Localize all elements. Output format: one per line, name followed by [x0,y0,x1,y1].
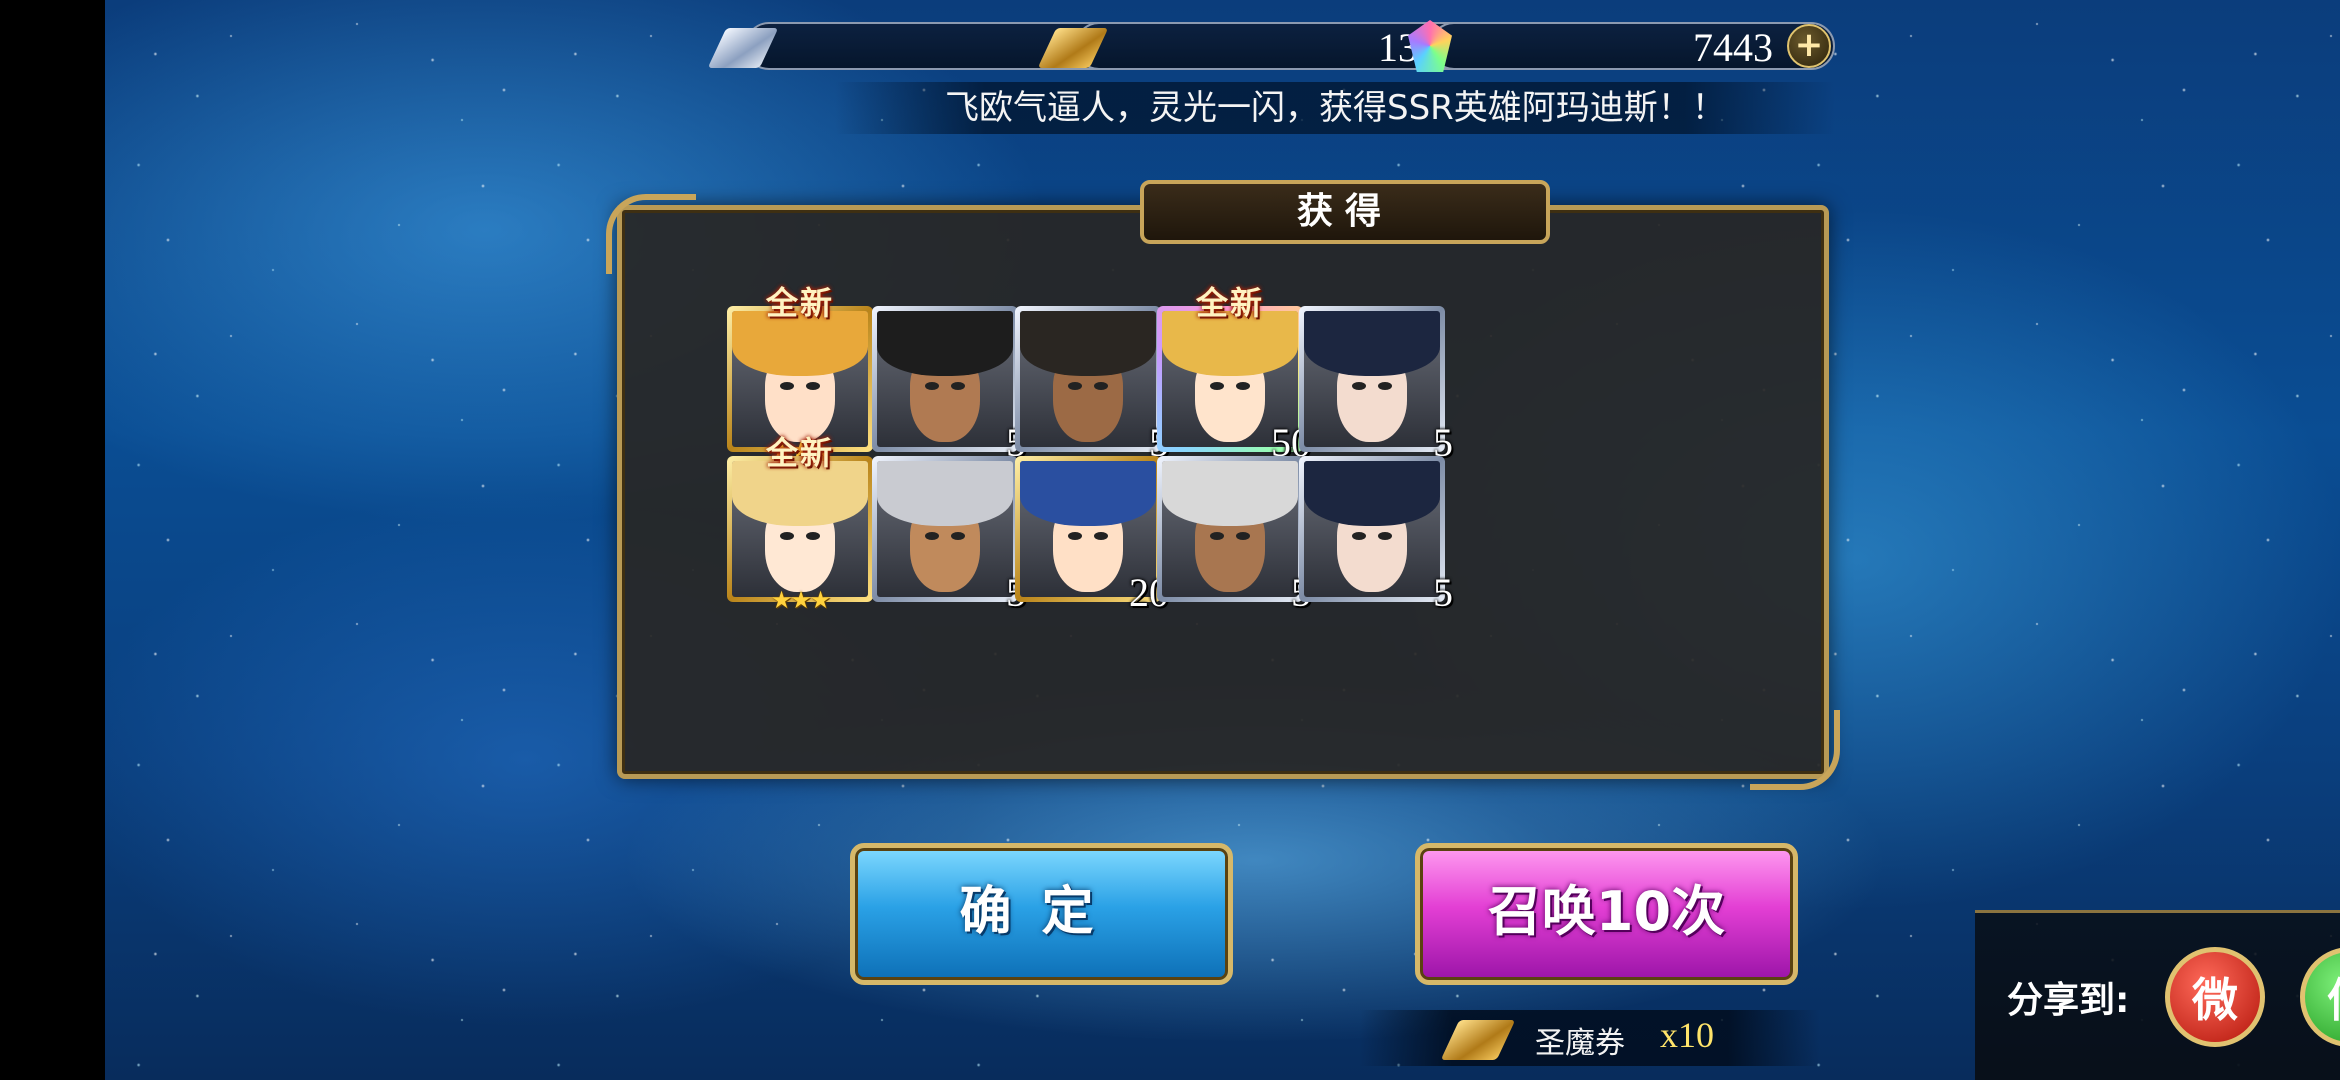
summon-10x-button[interactable]: 召唤10次 [1415,843,1798,985]
hero-card[interactable]: 全新 ★★★ [727,434,873,614]
hero-portrait [732,311,868,447]
hero-portrait [1304,311,1440,447]
wechat-share-button[interactable]: 信 [2300,947,2340,1047]
hero-portrait [732,461,868,597]
panel-title: 获得 [1140,180,1550,244]
add-gem-button[interactable]: + [1787,24,1831,68]
hero-card[interactable]: 5 [1299,306,1453,465]
hero-card[interactable]: 全新 50 [1157,284,1311,465]
hero-portrait [1162,461,1298,597]
new-badge: 全新 [765,434,835,472]
ornament-corner [606,194,696,274]
fragment-count: 5 [1433,570,1453,615]
announcement-ticker: 飞欧气逼人，灵光一闪，获得SSR英雄阿玛迪斯！！ [835,82,1835,134]
weibo-share-button[interactable]: 微 [2165,947,2265,1047]
share-bar: 分享到: 微 信 [1975,910,2340,1080]
summon-cost: 圣魔券 x10 [1360,1010,1820,1066]
hero-card[interactable]: 5 [1299,456,1453,615]
gold-ticket-icon [1440,1020,1516,1060]
cost-quantity: x10 [1660,1015,1714,1055]
weibo-icon: 微 [2192,973,2238,1027]
new-badge: 全新 [1195,284,1265,322]
new-badge: 全新 [765,284,835,322]
wechat-icon: 信 [2327,964,2340,1030]
ornament-corner [1750,710,1840,790]
hero-card[interactable]: 5 [872,306,1026,465]
hero-card[interactable]: 5 [1015,306,1169,465]
confirm-button[interactable]: 确定 [850,843,1233,985]
hero-card[interactable]: 5 [1157,456,1311,615]
hero-card[interactable]: 20 [1015,456,1169,615]
hero-portrait [877,311,1013,447]
star-rating: ★★★ [770,586,832,614]
hero-portrait [877,461,1013,597]
gem-count: 7443 [1693,25,1773,70]
hero-card[interactable]: 5 [872,456,1026,615]
cost-label: 圣魔券 [1535,1026,1625,1061]
share-label: 分享到: [2007,980,2130,1021]
game-background: 168 13 + 7443 + 飞欧气逼人，灵光一闪，获得SSR英雄阿玛迪斯！！… [105,0,2340,1080]
hero-portrait [1020,311,1156,447]
summon-result-panel: 获得 全新★★★55全新505全新★★★52055 [606,180,1840,790]
hero-portrait [1304,461,1440,597]
gem-counter: 7443 + [1408,20,1835,72]
